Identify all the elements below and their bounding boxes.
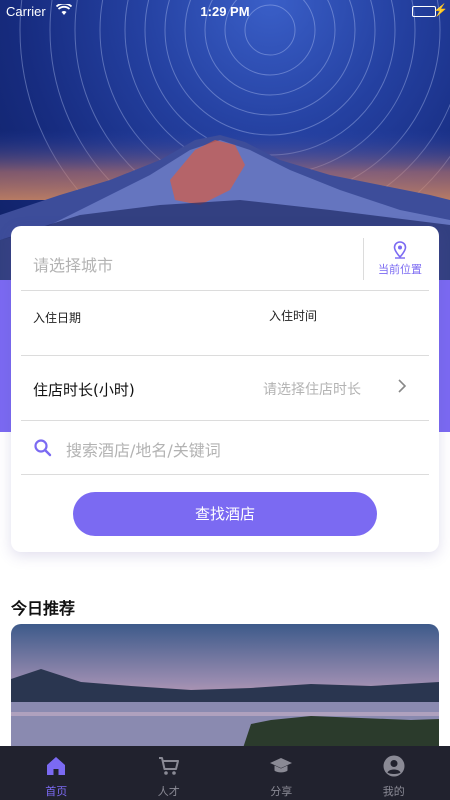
duration-row[interactable]: 住店时长(小时) 请选择住店时长	[21, 356, 429, 421]
chevron-right-icon	[397, 378, 407, 398]
city-row: 请选择城市 当前位置	[21, 226, 429, 291]
check-in-date-field[interactable]: 入住日期	[33, 309, 81, 326]
status-bar: Carrier 1:29 PM ⚡	[0, 0, 450, 22]
tab-home[interactable]: 首页	[0, 746, 113, 800]
date-row: 入住日期 入住时间	[21, 291, 429, 356]
tab-mine[interactable]: 我的	[338, 746, 450, 800]
tab-label: 人才	[157, 785, 180, 798]
duration-selector[interactable]: 请选择住店时长	[263, 379, 361, 399]
recommended-hotel-card[interactable]	[11, 624, 439, 754]
check-in-time-field[interactable]: 入住时间	[269, 307, 317, 324]
bottom-tab-bar: 首页 人才 分享 我的	[0, 746, 450, 800]
keyword-search-row[interactable]: 搜索酒店/地名/关键词	[21, 421, 429, 475]
duration-label: 住店时长(小时)	[33, 381, 135, 399]
cart-icon	[158, 757, 179, 775]
clock: 1:29 PM	[200, 4, 250, 19]
current-location-label: 当前位置	[378, 263, 422, 276]
tab-talent[interactable]: 人才	[113, 746, 226, 800]
tab-label: 首页	[45, 785, 68, 798]
search-icon	[33, 438, 53, 462]
divider	[363, 238, 364, 280]
graduation-cap-icon	[270, 758, 293, 773]
tab-share[interactable]: 分享	[225, 746, 338, 800]
user-circle-icon	[383, 755, 405, 777]
tab-label: 分享	[270, 785, 293, 798]
location-pin-icon	[393, 241, 407, 259]
charging-icon: ⚡	[433, 3, 448, 17]
hotel-search-card: 请选择城市 当前位置 入住日期 入住时间 住店时长(小时) 请选择住店时长 搜索…	[11, 226, 439, 552]
keyword-search-input[interactable]: 搜索酒店/地名/关键词	[66, 437, 221, 461]
find-hotel-button[interactable]: 查找酒店	[73, 492, 377, 536]
current-location-button[interactable]: 当前位置	[371, 241, 429, 277]
home-icon	[47, 757, 66, 775]
section-title-recommend: 今日推荐	[11, 599, 76, 618]
lake-sunset-image	[11, 624, 439, 754]
city-selector[interactable]: 请选择城市	[33, 252, 113, 276]
tab-label: 我的	[382, 785, 405, 798]
